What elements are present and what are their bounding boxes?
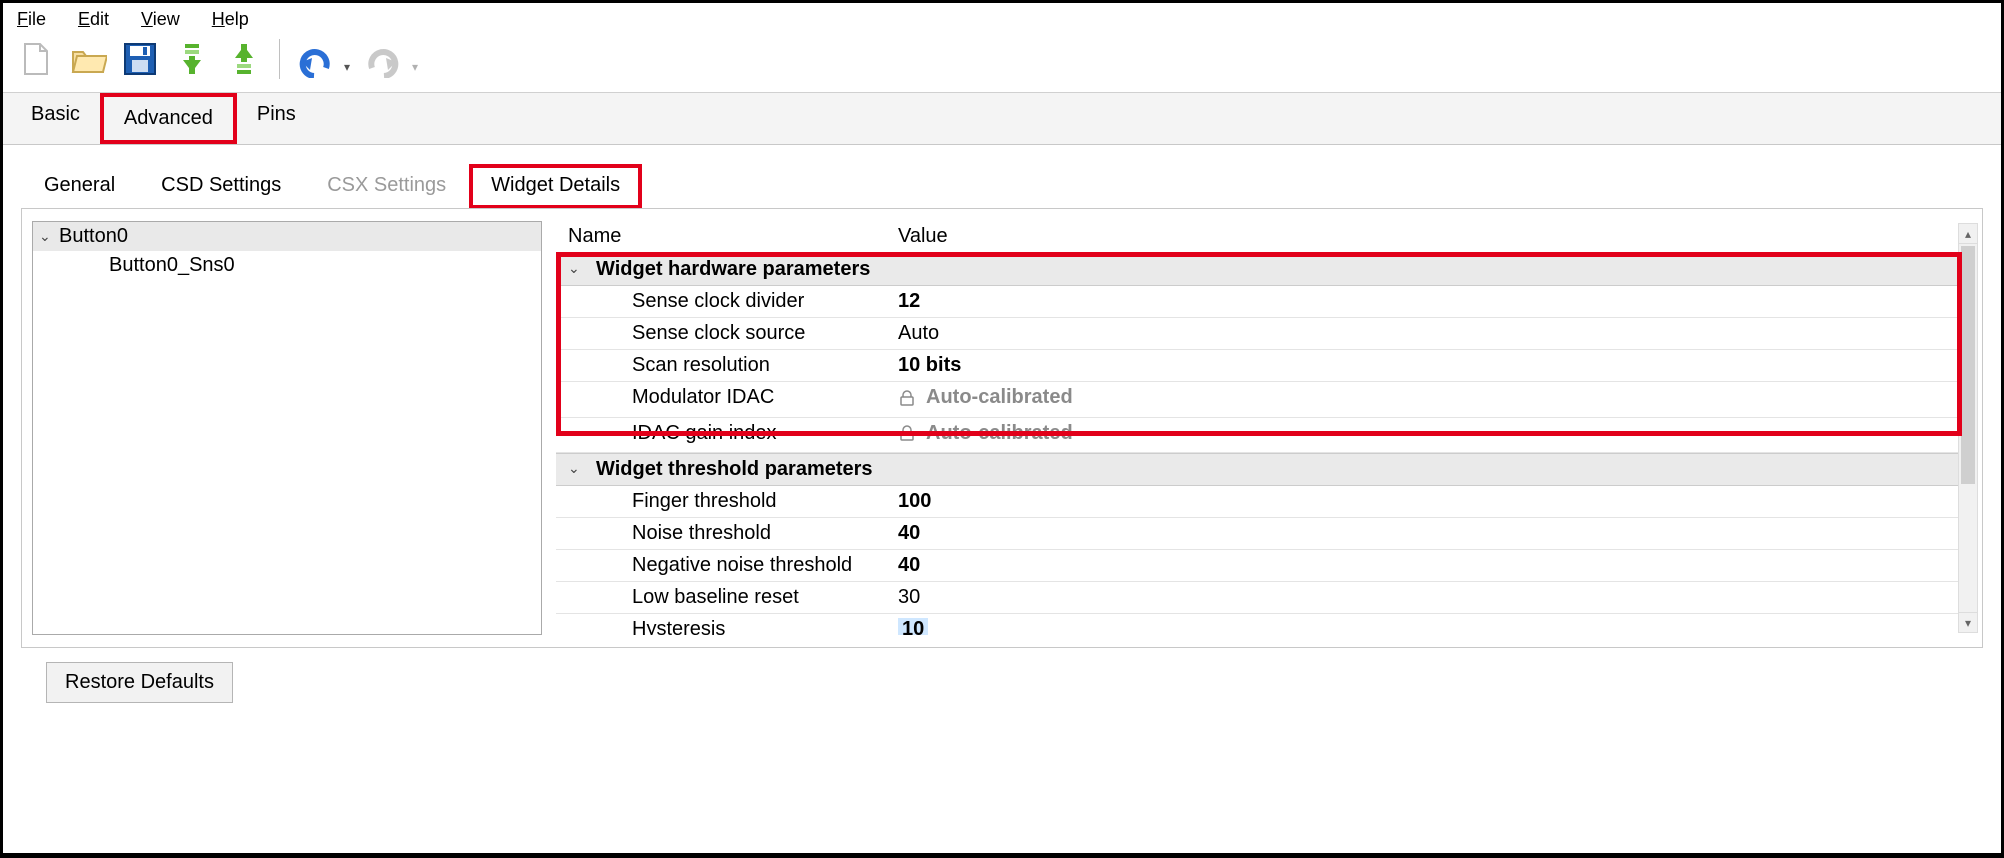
row-sense-clock-divider[interactable]: Sense clock divider 12 <box>556 286 1972 318</box>
grid-header: Name Value <box>556 221 1972 253</box>
widget-details-panel: ⌄ Button0 Button0_Sns0 Name Value ⌄ <box>21 208 1983 648</box>
param-value[interactable]: 10 bits <box>886 350 1972 381</box>
row-scan-resolution[interactable]: Scan resolution 10 bits <box>556 350 1972 382</box>
vertical-scrollbar[interactable]: ▴ ▾ <box>1958 223 1978 633</box>
tab-general[interactable]: General <box>21 163 138 208</box>
row-idac-gain-index[interactable]: IDAC gain index Auto-calibrated <box>556 418 1972 454</box>
param-value[interactable]: 30 <box>886 582 1972 613</box>
property-grid: Name Value ⌄ Widget hardware parameters … <box>556 221 1972 635</box>
lock-icon <box>898 389 916 407</box>
tab-pins[interactable]: Pins <box>237 93 316 144</box>
open-folder-icon[interactable] <box>67 38 109 80</box>
row-negative-noise-threshold[interactable]: Negative noise threshold 40 <box>556 550 1972 582</box>
menu-file[interactable]: File <box>17 9 46 30</box>
param-label: Negative noise threshold <box>556 550 886 581</box>
tree-node-label: Button0 <box>59 225 128 248</box>
param-value[interactable]: 12 <box>886 286 1972 317</box>
tree-node-button0-sns0[interactable]: Button0_Sns0 <box>33 251 541 280</box>
menu-help[interactable]: Help <box>212 9 249 30</box>
redo-icon[interactable] <box>362 38 404 80</box>
param-value: Auto-calibrated <box>886 382 1972 417</box>
chevron-down-icon[interactable]: ⌄ <box>39 228 59 245</box>
undo-icon[interactable] <box>294 38 336 80</box>
grid-header-value: Value <box>886 221 1972 252</box>
param-value[interactable]: 40 <box>886 550 1972 581</box>
menubar: File Edit View Help <box>3 3 2001 34</box>
outer-tab-bar: Basic Advanced Pins <box>3 93 2001 145</box>
row-low-baseline-reset[interactable]: Low baseline reset 30 <box>556 582 1972 614</box>
redo-dropdown-icon[interactable]: ▾ <box>412 60 418 74</box>
param-label: IDAC gain index <box>556 418 886 453</box>
new-file-icon[interactable] <box>15 38 57 80</box>
scroll-thumb[interactable] <box>1961 246 1975 484</box>
param-label: Low baseline reset <box>556 582 886 613</box>
row-hysteresis[interactable]: Hysteresis 10 <box>556 614 1972 635</box>
row-modulator-idac[interactable]: Modulator IDAC Auto-calibrated <box>556 382 1972 418</box>
param-label: Sense clock source <box>556 318 886 349</box>
tree-node-button0[interactable]: ⌄ Button0 <box>33 222 541 251</box>
menu-view[interactable]: View <box>141 9 180 30</box>
grid-header-name: Name <box>556 221 886 252</box>
chevron-down-icon[interactable]: ⌄ <box>568 460 580 477</box>
tree-node-label: Button0_Sns0 <box>109 254 235 277</box>
tab-csx-settings: CSX Settings <box>304 163 469 208</box>
group-threshold-parameters[interactable]: ⌄ Widget threshold parameters <box>556 453 1972 486</box>
restore-defaults-wrap: Restore Defaults <box>46 662 233 703</box>
bottom-border <box>3 853 2001 855</box>
tab-advanced[interactable]: Advanced <box>100 93 237 144</box>
row-noise-threshold[interactable]: Noise threshold 40 <box>556 518 1972 550</box>
restore-defaults-button[interactable]: Restore Defaults <box>46 662 233 703</box>
param-label: Sense clock divider <box>556 286 886 317</box>
param-value[interactable]: 40 <box>886 518 1972 549</box>
chevron-down-icon[interactable]: ⌄ <box>568 260 580 277</box>
export-arrow-icon[interactable] <box>223 38 265 80</box>
param-value[interactable]: 10 <box>886 614 1972 635</box>
param-value: Auto-calibrated <box>886 418 1972 453</box>
param-label: Hysteresis <box>556 614 886 635</box>
group-hardware-parameters[interactable]: ⌄ Widget hardware parameters <box>556 253 1972 286</box>
menu-edit[interactable]: Edit <box>78 9 109 30</box>
import-arrow-icon[interactable] <box>171 38 213 80</box>
tab-widget-details[interactable]: Widget Details <box>469 164 642 209</box>
save-icon[interactable] <box>119 38 161 80</box>
param-label: Scan resolution <box>556 350 886 381</box>
param-value[interactable]: 100 <box>886 486 1972 517</box>
param-label: Noise threshold <box>556 518 886 549</box>
toolbar: ▾ ▾ <box>3 34 2001 93</box>
tab-basic[interactable]: Basic <box>11 93 100 144</box>
grid-body: ⌄ Widget hardware parameters Sense clock… <box>556 253 1972 635</box>
param-label: Finger threshold <box>556 486 886 517</box>
param-value[interactable]: Auto <box>886 318 1972 349</box>
toolbar-separator <box>279 39 280 79</box>
lock-icon <box>898 424 916 442</box>
widget-tree[interactable]: ⌄ Button0 Button0_Sns0 <box>32 221 542 635</box>
row-sense-clock-source[interactable]: Sense clock source Auto <box>556 318 1972 350</box>
row-finger-threshold[interactable]: Finger threshold 100 <box>556 486 1972 518</box>
scroll-down-icon[interactable]: ▾ <box>1959 612 1977 632</box>
scroll-up-icon[interactable]: ▴ <box>1959 224 1977 244</box>
inner-tab-bar: General CSD Settings CSX Settings Widget… <box>21 163 1983 208</box>
tab-csd-settings[interactable]: CSD Settings <box>138 163 304 208</box>
param-label: Modulator IDAC <box>556 382 886 417</box>
group-label: Widget hardware parameters <box>556 254 886 285</box>
group-label: Widget threshold parameters <box>556 454 886 485</box>
app-window: File Edit View Help ▾ ▾ Basic <box>0 0 2004 858</box>
undo-dropdown-icon[interactable]: ▾ <box>344 60 350 74</box>
content-area: General CSD Settings CSX Settings Widget… <box>3 145 2001 666</box>
